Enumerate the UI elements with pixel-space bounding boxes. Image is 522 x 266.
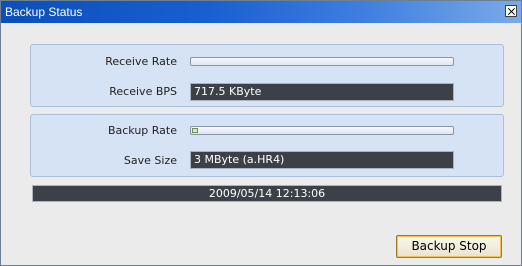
save-size-label: Save Size xyxy=(123,154,177,167)
receive-bps-label: Receive BPS xyxy=(109,85,177,98)
receive-bps-value: 717.5 KByte xyxy=(190,83,454,101)
status-timestamp: 2009/05/14 12:13:06 xyxy=(32,185,502,202)
title-bar[interactable]: Backup Status xyxy=(1,1,521,23)
receive-rate-bar xyxy=(190,57,454,66)
close-icon[interactable] xyxy=(505,5,517,17)
backup-status-window: Backup Status Receive Rate Receive BPS 7… xyxy=(0,0,522,266)
save-size-value: 3 MByte (a.HR4) xyxy=(190,151,454,169)
backup-rate-label: Backup Rate xyxy=(107,124,177,137)
backup-panel: Backup Rate Save Size 3 MByte (a.HR4) xyxy=(30,114,504,177)
backup-stop-button[interactable]: Backup Stop xyxy=(396,235,502,258)
receive-rate-label: Receive Rate xyxy=(105,55,177,68)
receive-panel: Receive Rate Receive BPS 717.5 KByte xyxy=(30,44,504,107)
window-title: Backup Status xyxy=(5,5,83,19)
backup-rate-fill xyxy=(192,128,198,133)
backup-rate-bar xyxy=(190,126,454,135)
